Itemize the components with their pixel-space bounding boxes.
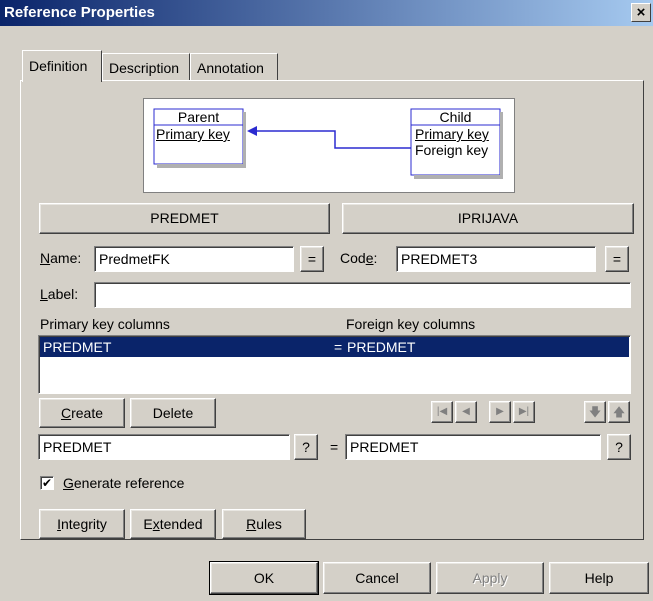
parent-table-button[interactable]: PREDMET <box>39 203 330 234</box>
code-field[interactable]: PREDMET3 <box>396 246 596 272</box>
child-table-button[interactable]: IPRIJAVA <box>342 203 634 234</box>
edit-equals-sign: = <box>330 439 339 455</box>
list-item-fk: PREDMET <box>347 339 416 355</box>
code-equals-button[interactable]: = <box>605 246 629 272</box>
move-up-icon[interactable]: 🡅 <box>608 401 630 423</box>
child-key-primary: Primary key <box>415 126 489 142</box>
list-item-pk: PREDMET <box>43 339 112 355</box>
child-title: Child <box>439 109 472 125</box>
create-button[interactable]: Create <box>39 398 125 428</box>
close-button[interactable]: × <box>631 3 651 22</box>
rules-button[interactable]: Rules <box>222 509 306 539</box>
name-label: Name: <box>40 250 82 266</box>
name-equals-button[interactable]: = <box>300 246 324 272</box>
move-down-icon[interactable]: 🡇 <box>584 401 606 423</box>
columns-list[interactable]: PREDMET = PREDMET <box>38 335 631 394</box>
pk-columns-header: Primary key columns <box>40 316 170 332</box>
extended-button[interactable]: Extended <box>130 509 216 539</box>
reference-diagram: Parent Primary key Child Primary key For… <box>143 98 515 193</box>
pk-browse-button[interactable]: ? <box>294 434 318 460</box>
tab-definition[interactable]: Definition <box>22 50 102 82</box>
code-label: Code: <box>340 250 378 266</box>
delete-button[interactable]: Delete <box>130 398 216 428</box>
apply-button[interactable]: Apply <box>436 562 544 594</box>
list-item-eq: = <box>334 339 343 355</box>
last-icon[interactable]: ▶| <box>513 401 535 423</box>
fk-columns-header: Foreign key columns <box>346 316 476 332</box>
list-item[interactable]: PREDMET = PREDMET <box>40 337 629 357</box>
tab-annotation[interactable]: Annotation <box>190 53 278 81</box>
cancel-button[interactable]: Cancel <box>323 562 431 594</box>
window-title: Reference Properties <box>4 4 155 21</box>
help-button[interactable]: Help <box>549 562 649 594</box>
parent-title: Parent <box>177 109 220 125</box>
generate-reference-label: Generate reference <box>63 475 185 491</box>
integrity-button[interactable]: Integrity <box>39 509 125 539</box>
next-icon[interactable]: ▶ <box>489 401 511 423</box>
label-label: Label: <box>40 286 79 302</box>
label-field[interactable] <box>94 282 631 308</box>
title-bar: Reference Properties <box>0 0 653 26</box>
fk-column-field[interactable]: PREDMET <box>345 434 601 460</box>
close-icon: × <box>636 4 646 21</box>
parent-key: Primary key <box>156 126 230 142</box>
previous-icon[interactable]: ◀ <box>455 401 477 423</box>
child-key-foreign: Foreign key <box>415 142 489 158</box>
check-icon: ✔ <box>41 476 53 490</box>
ok-button[interactable]: OK <box>209 561 319 595</box>
first-icon[interactable]: |◀ <box>431 401 453 423</box>
pk-column-field[interactable]: PREDMET <box>38 434 290 460</box>
tab-join <box>23 80 100 82</box>
name-field[interactable]: PredmetFK <box>94 246 294 272</box>
tab-description[interactable]: Description <box>102 53 190 81</box>
generate-reference-checkbox[interactable]: ✔ <box>40 476 54 490</box>
fk-browse-button[interactable]: ? <box>607 434 631 460</box>
